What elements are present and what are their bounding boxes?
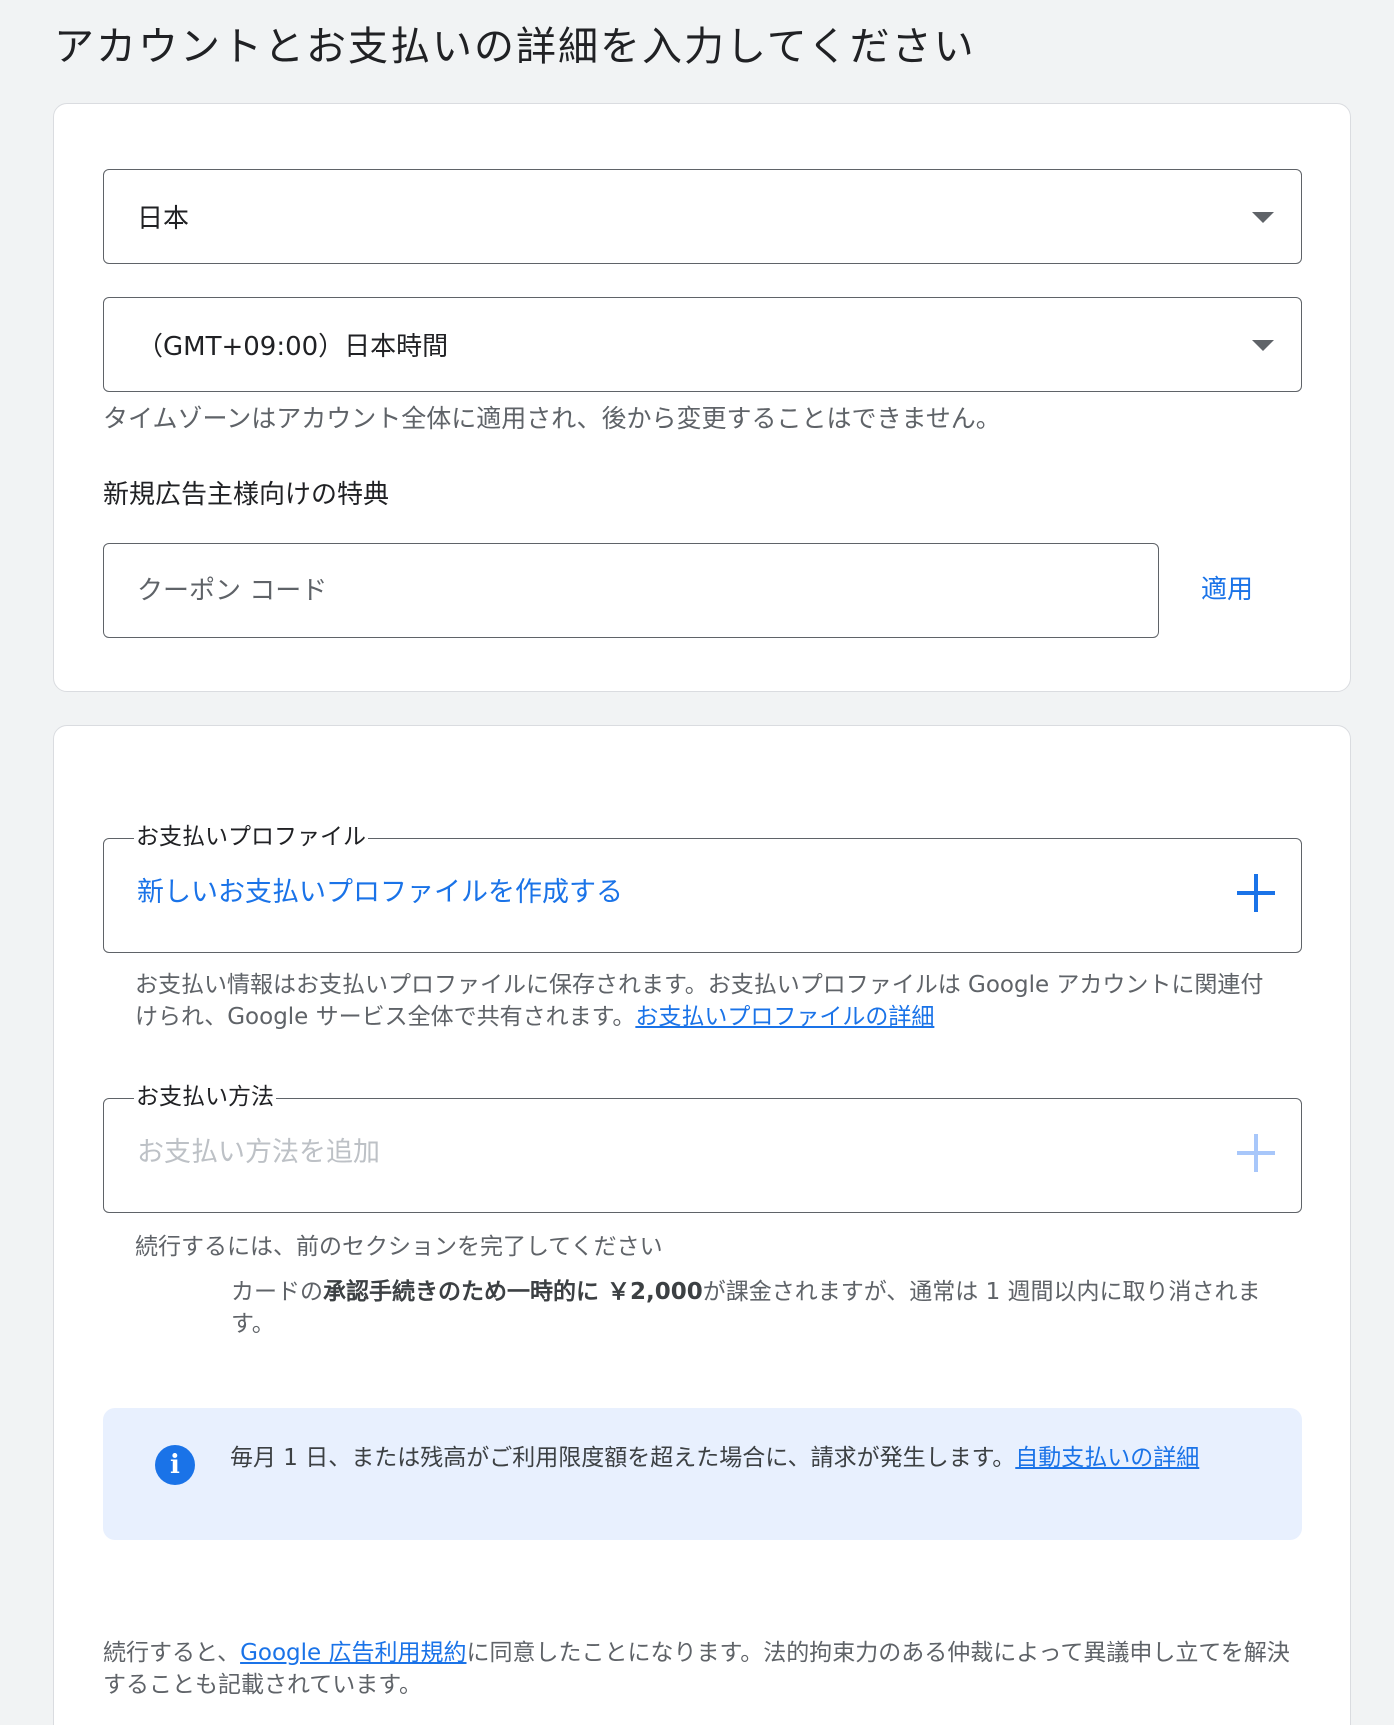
payment-profile-field[interactable]: お支払いプロファイル 新しいお支払いプロファイルを作成する — [103, 822, 1302, 953]
terms-of-service-link[interactable]: Google 広告利用規約 — [240, 1640, 466, 1666]
billing-info-message: 毎月 1 日、または残高がご利用限度額を超えた場合に、請求が発生します。 — [230, 1445, 1016, 1471]
charge-prefix: カードの — [231, 1279, 323, 1305]
create-payment-profile-link[interactable]: 新しいお支払いプロファイルを作成する — [137, 875, 623, 911]
country-select[interactable]: 日本 — [103, 169, 1302, 264]
info-icon: i — [155, 1445, 195, 1485]
country-value: 日本 — [137, 204, 190, 234]
payment-card: お支払いプロファイル 新しいお支払いプロファイルを作成する お支払い情報はお支払… — [53, 725, 1351, 1725]
add-icon — [1237, 1134, 1275, 1172]
timezone-helper-text: タイムゾーンはアカウント全体に適用され、後から変更することはできません。 — [103, 404, 1001, 433]
apply-coupon-button[interactable]: 適用 — [1201, 569, 1253, 606]
temporary-charge-note: カードの承認手続きのため一時的に ￥2,000が課金されますが、通常は 1 週間… — [231, 1276, 1301, 1340]
payment-profile-details-link[interactable]: お支払いプロファイルの詳細 — [635, 1004, 934, 1030]
charge-amount-text: 承認手続きのため一時的に ￥2,000 — [323, 1279, 703, 1305]
terms-text: 続行すると、Google 広告利用規約に同意したことになります。法的拘束力のある… — [103, 1637, 1303, 1701]
payment-method-note: 続行するには、前のセクションを完了してください — [135, 1234, 663, 1260]
payment-profile-note: お支払い情報はお支払いプロファイルに保存されます。お支払いプロファイルは Goo… — [135, 969, 1285, 1033]
payment-method-field[interactable]: お支払い方法 お支払い方法を追加 — [103, 1082, 1302, 1213]
billing-info-text: 毎月 1 日、または残高がご利用限度額を超えた場合に、請求が発生します。自動支払… — [230, 1442, 1250, 1474]
terms-prefix: 続行すると、 — [103, 1640, 241, 1666]
auto-payment-details-link[interactable]: 自動支払いの詳細 — [1015, 1445, 1199, 1471]
page-title: アカウントとお支払いの詳細を入力してください — [54, 24, 976, 70]
new-advertiser-offer-label: 新規広告主様向けの特典 — [103, 480, 390, 510]
timezone-select[interactable]: （GMT+09:00）日本時間 — [103, 297, 1302, 392]
dropdown-arrow-icon — [1252, 340, 1274, 351]
payment-method-legend: お支払い方法 — [134, 1082, 276, 1112]
dropdown-arrow-icon — [1252, 212, 1274, 223]
add-icon[interactable] — [1237, 874, 1275, 912]
timezone-value: （GMT+09:00）日本時間 — [137, 332, 449, 362]
coupon-code-input[interactable] — [103, 543, 1159, 638]
billing-info-banner: i 毎月 1 日、または残高がご利用限度額を超えた場合に、請求が発生します。自動… — [103, 1408, 1302, 1540]
payment-profile-legend: お支払いプロファイル — [134, 822, 368, 852]
account-settings-card: 日本 （GMT+09:00）日本時間 タイムゾーンはアカウント全体に適用され、後… — [53, 103, 1351, 692]
add-payment-method-placeholder: お支払い方法を追加 — [137, 1137, 380, 1168]
